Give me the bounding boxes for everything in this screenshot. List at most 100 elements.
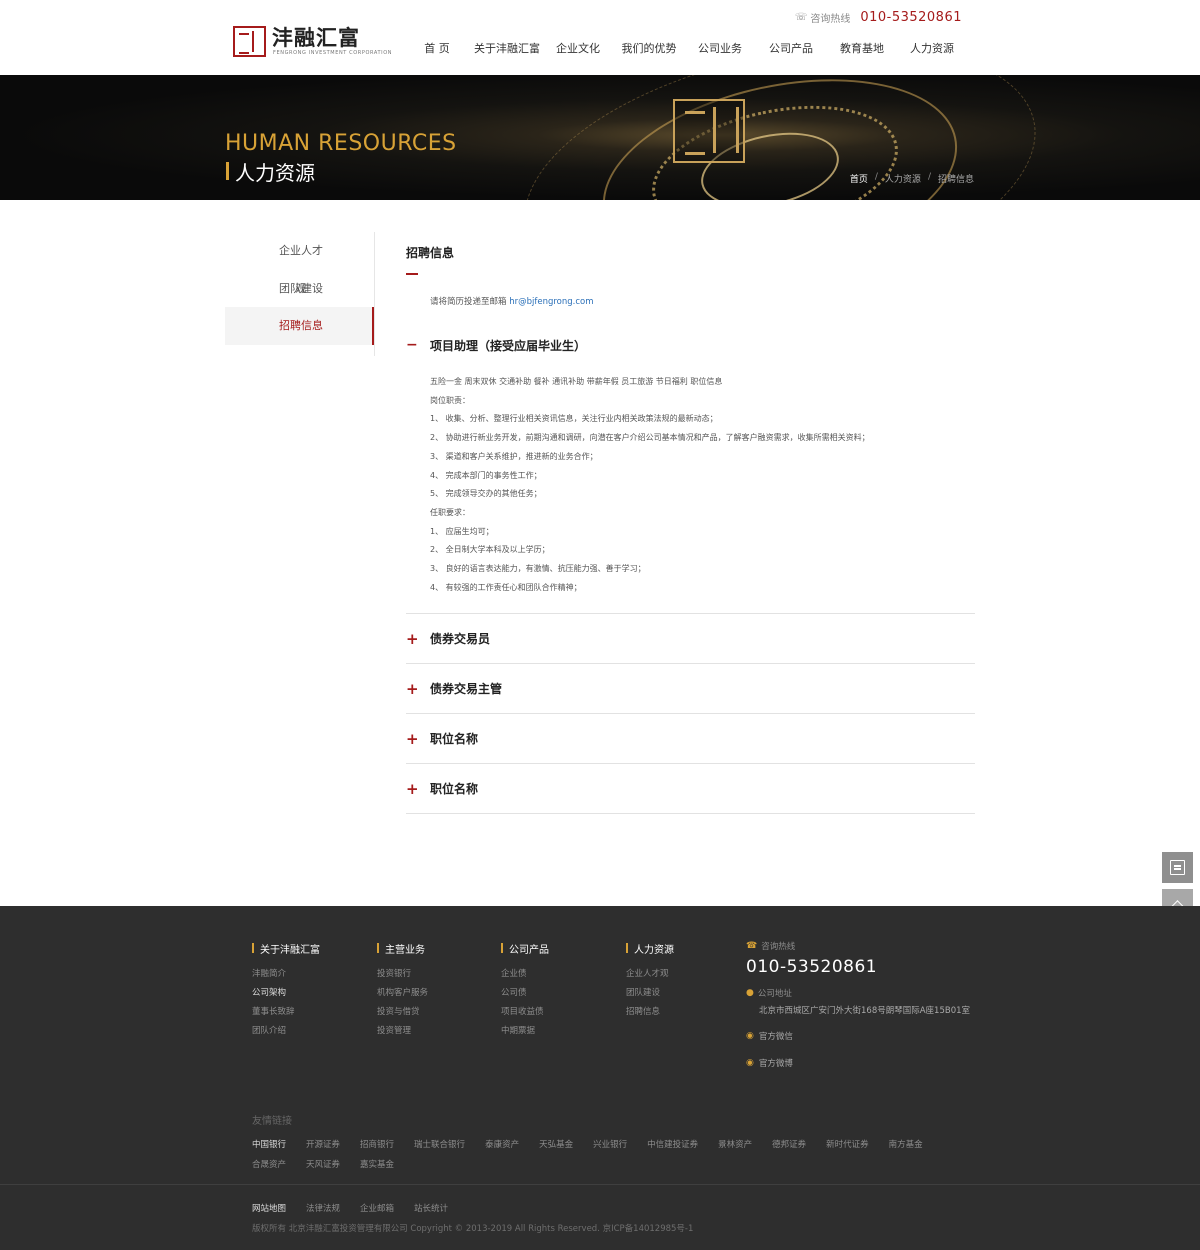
breadcrumb-separator: / [874, 172, 878, 182]
friend-link[interactable]: 南方基金 [889, 1135, 923, 1155]
job-title[interactable]: 职位名称 [430, 730, 478, 747]
friend-link[interactable]: 开源证券 [306, 1135, 340, 1155]
nav-item-home[interactable]: 首 页 [403, 40, 471, 56]
footer-column-title: 关于沣融汇富 [252, 940, 320, 956]
nav-item-culture[interactable]: 企业文化 [543, 40, 613, 56]
job-item-collapsed[interactable]: + 职位名称 [406, 764, 975, 815]
footer-column-title: 人力资源 [626, 940, 674, 956]
footer-column-products: 公司产品 企业债 公司债 项目收益债 中期票据 [501, 940, 549, 1041]
friend-link[interactable]: 中信建投证券 [647, 1135, 698, 1155]
breadcrumb-hr[interactable]: 人力资源 [885, 172, 921, 185]
footer-nav-stats[interactable]: 站长统计 [414, 1202, 448, 1214]
nav-item-about[interactable]: 关于沣融汇富 [471, 40, 543, 56]
friend-link[interactable]: 天风证券 [306, 1155, 340, 1175]
edit-icon [1170, 860, 1185, 875]
footer-nav-sitemap[interactable]: 网站地图 [252, 1202, 286, 1214]
breadcrumb-home[interactable]: 首页 [850, 172, 868, 185]
friend-link[interactable]: 泰康资产 [485, 1135, 519, 1155]
job-detail-line: 1、 收集、分析、整理行业相关资讯信息，关注行业内相关政策法规的最新动态； [430, 414, 718, 424]
footer-column-title: 主营业务 [377, 940, 428, 956]
footer-link[interactable]: 中期票据 [501, 1022, 549, 1041]
friend-links: 友情链接 中国银行 开源证券 招商银行 瑞士联合银行 泰康资产 天弘基金 兴业银… [252, 1112, 952, 1175]
logo[interactable]: 沣融汇富 FENGRONG INVESTMENT CORPORATION [233, 26, 392, 58]
nav-item-business[interactable]: 公司业务 [685, 40, 755, 56]
footer-link[interactable]: 投资与借贷 [377, 1003, 428, 1022]
footer-column-about: 关于沣融汇富 沣融简介 公司架构 董事长致辞 团队介绍 [252, 940, 320, 1041]
copyright: 版权所有 北京沣融汇富投资管理有限公司 Copyright © 2013-201… [252, 1224, 694, 1234]
footer-link[interactable]: 公司债 [501, 984, 549, 1003]
footer-nav-mail[interactable]: 企业邮箱 [360, 1202, 394, 1214]
banner-emblem-icon [673, 99, 745, 163]
friend-link[interactable]: 景林资产 [718, 1135, 752, 1155]
footer-link[interactable]: 董事长致辞 [252, 1003, 320, 1022]
footer-link[interactable]: 沣融简介 [252, 965, 320, 984]
friend-link[interactable]: 合晟资产 [252, 1155, 286, 1175]
job-title[interactable]: 项目助理（接受应届毕业生） [430, 337, 586, 354]
site-footer: 关于沣融汇富 沣融简介 公司架构 董事长致辞 团队介绍 主营业务 投资银行 机构… [0, 906, 1200, 1250]
job-title[interactable]: 职位名称 [430, 780, 478, 797]
footer-column-label: 主营业务 [385, 944, 425, 956]
feedback-button[interactable] [1162, 852, 1193, 883]
footer-link[interactable]: 企业人才观 [626, 965, 674, 984]
sidebar-item-talent[interactable]: 企业人才观 [225, 232, 375, 295]
footer-link[interactable]: 投资管理 [377, 1022, 428, 1041]
friend-link[interactable]: 新时代证券 [826, 1135, 869, 1155]
friend-link[interactable]: 天弘基金 [539, 1135, 573, 1155]
job-item-collapsed[interactable]: + 职位名称 [406, 714, 975, 765]
job-detail-line: 3、 渠道和客户关系维护，推进新的业务合作； [430, 451, 598, 461]
sidebar: 企业人才观 团队建设 招聘信息 [225, 232, 375, 356]
phone-icon: ☎ [746, 941, 758, 951]
expand-icon[interactable]: + [406, 780, 430, 798]
expand-icon[interactable]: + [406, 630, 430, 648]
hotline-number[interactable]: 010-53520861 [860, 10, 962, 25]
breadcrumb: 首页 / 人力资源 / 招聘信息 [850, 172, 974, 185]
email-link[interactable]: hr@bjfengrong.com [509, 297, 593, 307]
friend-link[interactable]: 招商银行 [360, 1135, 394, 1155]
job-detail-line: 2、 协助进行新业务开发，前期沟通和调研，向潜在客户介绍公司基本情况和产品，了解… [430, 433, 870, 443]
email-instruction: 请将简历投递至邮箱 hr@bjfengrong.com [430, 295, 975, 307]
collapse-icon[interactable]: − [406, 337, 430, 353]
nav-item-hr[interactable]: 人力资源 [897, 40, 967, 56]
footer-link[interactable]: 项目收益债 [501, 1003, 549, 1022]
footer-link[interactable]: 团队建设 [626, 984, 674, 1003]
nav-item-education[interactable]: 教育基地 [827, 40, 897, 56]
job-title[interactable]: 债券交易主管 [430, 680, 502, 697]
wechat-link[interactable]: ◉ 官方微信 [746, 1030, 970, 1042]
site-header: 沣融汇富 FENGRONG INVESTMENT CORPORATION ☏ 咨… [0, 0, 1200, 75]
footer-link[interactable]: 招聘信息 [626, 1003, 674, 1022]
job-item-collapsed[interactable]: + 债券交易员 [406, 614, 975, 665]
job-detail-line: 任职要求： [430, 507, 470, 517]
breadcrumb-current: 招聘信息 [937, 175, 974, 185]
title-accent-bar [252, 943, 254, 953]
job-header[interactable]: − 项目助理（接受应届毕业生） [406, 333, 975, 357]
expand-icon[interactable]: + [406, 730, 430, 748]
footer-nav-legal[interactable]: 法律法规 [306, 1202, 340, 1214]
friend-link[interactable]: 兴业银行 [593, 1135, 627, 1155]
footer-link[interactable]: 机构客户服务 [377, 984, 428, 1003]
job-item-expanded: − 项目助理（接受应届毕业生） 五险一金 周末双休 交通补助 餐补 通讯补助 带… [406, 333, 975, 615]
sidebar-item-team[interactable]: 团队建设 [225, 270, 375, 308]
footer-link[interactable]: 公司架构 [252, 984, 320, 1003]
footer-link[interactable]: 投资银行 [377, 965, 428, 984]
sidebar-item-recruitment[interactable]: 招聘信息 [225, 307, 375, 345]
job-item-collapsed[interactable]: + 债券交易主管 [406, 664, 975, 715]
footer-column-label: 公司产品 [509, 944, 549, 956]
job-title[interactable]: 债券交易员 [430, 630, 490, 647]
footer-link[interactable]: 团队介绍 [252, 1022, 320, 1041]
location-pin-icon: ● [746, 988, 754, 998]
friend-link[interactable]: 瑞士联合银行 [414, 1135, 465, 1155]
expand-icon[interactable]: + [406, 680, 430, 698]
footer-bottom-nav: 网站地图 法律法规 企业邮箱 站长统计 [252, 1202, 468, 1214]
friend-links-list: 中国银行 开源证券 招商银行 瑞士联合银行 泰康资产 天弘基金 兴业银行 中信建… [252, 1135, 952, 1155]
job-detail-line: 5、 完成领导交办的其他任务； [430, 489, 542, 499]
weibo-link[interactable]: ◉ 官方微博 [746, 1057, 970, 1069]
main-content: 招聘信息 请将简历投递至邮箱 hr@bjfengrong.com − 项目助理（… [406, 240, 975, 815]
contact-hotline-number[interactable]: 010-53520861 [746, 957, 970, 977]
nav-item-products[interactable]: 公司产品 [755, 40, 827, 56]
friend-link[interactable]: 嘉实基金 [360, 1155, 394, 1175]
footer-link[interactable]: 企业债 [501, 965, 549, 984]
friend-link[interactable]: 中国银行 [252, 1135, 286, 1155]
nav-item-advantages[interactable]: 我们的优势 [613, 40, 685, 56]
friend-link[interactable]: 德邦证券 [772, 1135, 806, 1155]
page-banner: HUMAN RESOURCES 人力资源 首页 / 人力资源 / 招聘信息 [0, 75, 1200, 200]
